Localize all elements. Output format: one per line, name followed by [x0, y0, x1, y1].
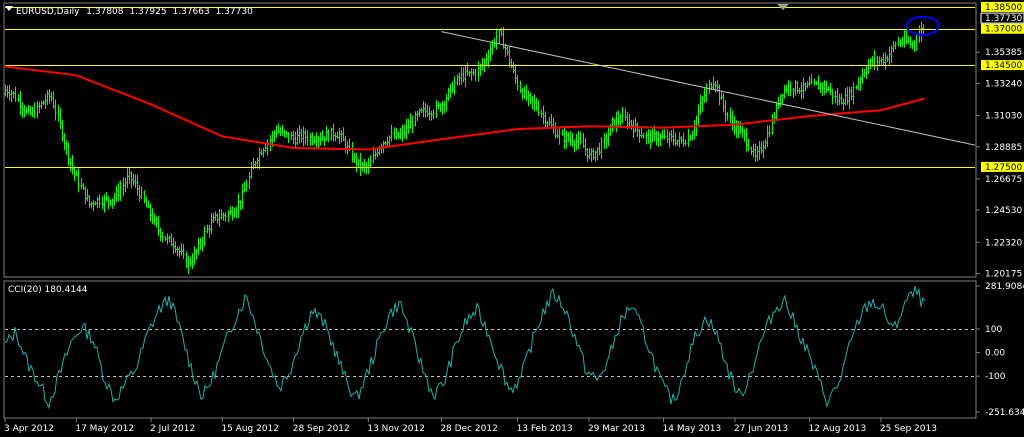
- price-tick-label: 1.33240: [985, 79, 1022, 89]
- time-tick-label: 14 May 2013: [663, 424, 722, 434]
- level-price-label: 1.37000: [985, 25, 1022, 35]
- cci-tick-label: 100: [985, 325, 1002, 335]
- time-tick-label: 13 Feb 2013: [517, 424, 573, 434]
- level-price-label: 1.38500: [985, 3, 1022, 13]
- current-price-label: 1.37730: [985, 14, 1022, 24]
- price-tick-label: 1.20175: [985, 269, 1022, 279]
- time-tick-label: 12 Aug 2013: [809, 424, 867, 434]
- cci-axis: 281.9084 100 0.00 -100 -251.6349: [976, 282, 1024, 418]
- price-tick-label: 1.28885: [985, 143, 1022, 153]
- time-tick-label: 17 May 2012: [75, 424, 134, 434]
- cci-label: CCI(20) 180.4144: [8, 285, 88, 295]
- price-axis: 1.35385 1.33240 1.31030 1.28885 1.26675 1.245…: [976, 1, 1024, 279]
- ohlc-open: 1.37808: [86, 7, 123, 17]
- timeframe-label: Daily: [57, 7, 80, 17]
- time-tick-label: 2 Jul 2012: [150, 424, 195, 434]
- chart-canvas[interactable]: 1.35385 1.33240 1.31030 1.28885 1.26675 1.245…: [0, 0, 1024, 437]
- time-tick-label: 3 Apr 2012: [4, 424, 54, 434]
- cci-tick-label: -251.6349: [985, 408, 1024, 418]
- time-tick-label: 25 Sep 2013: [880, 424, 937, 434]
- price-tick-label: 1.22320: [985, 238, 1022, 248]
- ohlc-low: 1.37663: [172, 7, 209, 17]
- symbol-label: EURUSD: [16, 7, 54, 17]
- ohlc-close: 1.37730: [216, 7, 253, 17]
- time-tick-label: 15 Aug 2012: [221, 424, 279, 434]
- cci-tick-label: -100: [985, 372, 1006, 382]
- price-tick-label: 1.26675: [985, 175, 1022, 185]
- ohlc-high: 1.37925: [129, 7, 166, 17]
- level-price-label: 1.27500: [985, 163, 1022, 173]
- time-tick-label: 13 Nov 2012: [367, 424, 425, 434]
- cci-tick-label: 281.9084: [985, 282, 1024, 292]
- level-price-label: 1.34500: [985, 61, 1022, 71]
- time-tick-label: 27 Jun 2013: [734, 424, 788, 434]
- price-tick-label: 1.24530: [985, 206, 1022, 216]
- time-tick-label: 28 Dec 2012: [440, 424, 498, 434]
- price-tick-label: 1.35385: [985, 48, 1022, 58]
- svg-text:EURUSD,Daily 1.37808 1: EURUSD,Daily 1.37808 1.37925 1.37663 1.3…: [16, 7, 253, 17]
- cci-tick-label: 0.00: [985, 349, 1005, 359]
- time-tick-label: 28 Sep 2012: [293, 424, 350, 434]
- time-tick-label: 29 Mar 2013: [588, 424, 645, 434]
- price-tick-label: 1.31030: [985, 112, 1022, 122]
- time-axis: 3 Apr 2012 17 May 2012 2 Jul 2012 15 Aug 20…: [4, 418, 937, 434]
